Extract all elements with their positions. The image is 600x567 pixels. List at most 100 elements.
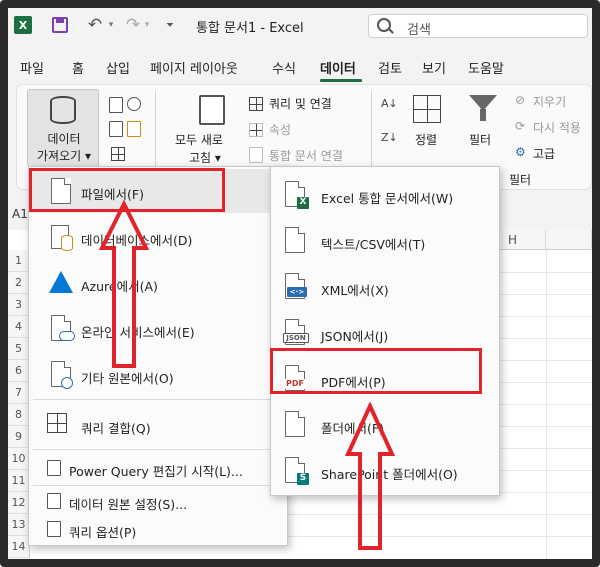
row-header[interactable]: 4 [8, 316, 30, 338]
advanced-filter-icon: ⚙ [515, 145, 526, 159]
active-tab-indicator [320, 79, 362, 82]
edit-links-button[interactable]: 통합 문서 연결 [269, 147, 343, 164]
query-options-icon [47, 521, 61, 537]
sort-za-icon[interactable]: Z↓ [381, 131, 398, 144]
menu-item-from-text-csv[interactable]: 텍스트/CSV에서(T) [271, 219, 499, 263]
database-icon [50, 96, 76, 124]
search-icon [377, 18, 391, 32]
search-placeholder: 검색 [407, 23, 431, 38]
menu-item-launch-power-query[interactable]: Power Query 편집기 시작(L)... [29, 453, 287, 483]
column-header-i[interactable] [546, 230, 592, 250]
menu-separator [33, 449, 283, 450]
menu-item-from-other-sources[interactable]: 기타 원본에서(O) › [29, 353, 287, 397]
clear-filter-icon: ⊘ [515, 93, 526, 107]
get-data-button[interactable]: 데이터 가져오기 ▾ [27, 89, 99, 167]
from-web-icon[interactable] [109, 121, 123, 137]
get-data-label-1: 데이터 [47, 132, 81, 146]
screenshot-frame: X ↶ ▾ ↷ ▾ ⏷ 통합 문서1 - Excel 검색 파일 홈 삽입 페이… [0, 0, 600, 567]
row-header[interactable]: 8 [8, 404, 30, 426]
from-table-icon[interactable] [111, 147, 125, 161]
tab-data[interactable]: 데이터 [320, 58, 356, 77]
existing-connections-icon[interactable] [127, 121, 141, 137]
tab-file[interactable]: 파일 [20, 58, 44, 77]
menu-separator [33, 485, 283, 486]
row-header[interactable]: 2 [8, 272, 30, 294]
sharepoint-badge-icon: S [297, 473, 309, 485]
row-header[interactable]: 5 [8, 338, 30, 360]
xml-badge-icon: <·> [287, 287, 307, 297]
row-header[interactable]: 11 [8, 470, 30, 492]
title-bar: X ↶ ▾ ↷ ▾ ⏷ 통합 문서1 - Excel 검색 [8, 8, 592, 42]
advanced-button[interactable]: 고급 [533, 145, 555, 162]
tab-insert[interactable]: 삽입 [106, 58, 130, 77]
filter-funnel-stem [480, 109, 486, 121]
menu-item-label: 쿼리 결합(Q) [81, 421, 151, 436]
sort-az-icon[interactable]: A↓ [381, 97, 398, 110]
json-badge-icon: JSON [283, 333, 309, 343]
menu-item-query-options[interactable]: 쿼리 옵션(P) [29, 515, 287, 543]
row-header[interactable]: 7 [8, 382, 30, 404]
row-header[interactable]: 14 [8, 536, 30, 558]
tab-page-layout[interactable]: 페이지 레이아웃 [150, 58, 238, 77]
tab-help[interactable]: 도움말 [468, 58, 504, 77]
chevron-down-icon: ▾ [214, 151, 221, 165]
undo-dropdown-icon[interactable]: ▾ [106, 16, 116, 34]
menu-item-data-source-settings[interactable]: 데이터 원본 설정(S)... [29, 487, 287, 515]
row-header[interactable]: 3 [8, 294, 30, 316]
queries-connections-button[interactable]: 쿼리 및 연결 [269, 95, 332, 112]
menu-item-label: XML에서(X) [321, 283, 389, 298]
tab-view[interactable]: 보기 [422, 58, 446, 77]
reapply-icon: ⟳ [515, 119, 526, 133]
red-up-arrow-2 [344, 402, 396, 550]
menu-item-from-xml[interactable]: <·> XML에서(X) [271, 265, 499, 309]
menu-item-from-online-services[interactable]: 온라인 서비스에서(E) › [29, 307, 287, 351]
row-header[interactable]: 1 [8, 250, 30, 272]
undo-icon[interactable]: ↶ [84, 15, 106, 35]
menu-item-label: JSON에서(J) [321, 329, 389, 344]
excel-badge-icon: X [297, 197, 309, 209]
row-header[interactable]: 9 [8, 426, 30, 448]
excel-window: X ↶ ▾ ↷ ▾ ⏷ 통합 문서1 - Excel 검색 파일 홈 삽입 페이… [8, 8, 592, 559]
row-header[interactable]: 6 [8, 360, 30, 382]
refresh-all-label-1[interactable]: 모두 새로 [175, 131, 223, 148]
tab-home[interactable]: 홈 [72, 58, 84, 77]
row-header[interactable]: 12 [8, 492, 30, 514]
sort-button[interactable]: 정렬 [415, 131, 437, 148]
tab-review[interactable]: 검토 [378, 58, 402, 77]
menu-separator [33, 399, 283, 400]
queries-connections-icon [249, 97, 263, 111]
from-text-icon[interactable] [109, 97, 123, 113]
properties-button[interactable]: 속성 [269, 121, 291, 138]
menu-item-combine-queries[interactable]: 쿼리 결합(Q) › [29, 403, 287, 447]
menu-item-label: 데이터 원본 설정(S)... [69, 497, 188, 512]
chevron-down-icon: ▾ [84, 149, 92, 163]
other-sources-icon [61, 377, 73, 389]
refresh-all-label-2[interactable]: 고침 ▾ [189, 149, 221, 166]
menu-item-from-database[interactable]: 데이터베이스에서(D) › [29, 215, 287, 259]
get-data-label-2: 가져오기 ▾ [36, 149, 92, 163]
tab-formulas[interactable]: 수식 [272, 58, 296, 77]
menu-item-label: Excel 통합 문서에서(W) [321, 191, 454, 206]
sort-icon [413, 95, 441, 123]
combine-queries-icon [47, 413, 67, 433]
menu-item-from-workbook[interactable]: X Excel 통합 문서에서(W) [271, 173, 499, 217]
cloud-icon [59, 331, 75, 341]
recent-sources-icon[interactable] [127, 97, 141, 111]
excel-logo-icon: X [14, 16, 32, 34]
refresh-all-icon[interactable] [199, 95, 225, 125]
reapply-button[interactable]: 다시 적용 [533, 119, 581, 136]
save-icon[interactable] [52, 17, 68, 33]
highlight-from-pdf [270, 348, 482, 394]
clear-button[interactable]: 지우기 [533, 93, 566, 110]
row-header[interactable]: 13 [8, 514, 30, 536]
customize-qat-icon[interactable]: ⏷ [164, 16, 176, 34]
redo-icon[interactable]: ↷ [122, 15, 144, 35]
filter-button[interactable]: 필터 [469, 131, 491, 148]
row-header[interactable]: 10 [8, 448, 30, 470]
data-source-settings-icon [47, 493, 61, 509]
folder-icon [285, 411, 305, 437]
search-box[interactable]: 검색 [368, 14, 588, 38]
redo-dropdown-icon[interactable]: ▾ [142, 16, 152, 34]
power-query-icon [47, 460, 61, 476]
menu-item-from-azure[interactable]: Azure에서(A) › [29, 261, 287, 305]
